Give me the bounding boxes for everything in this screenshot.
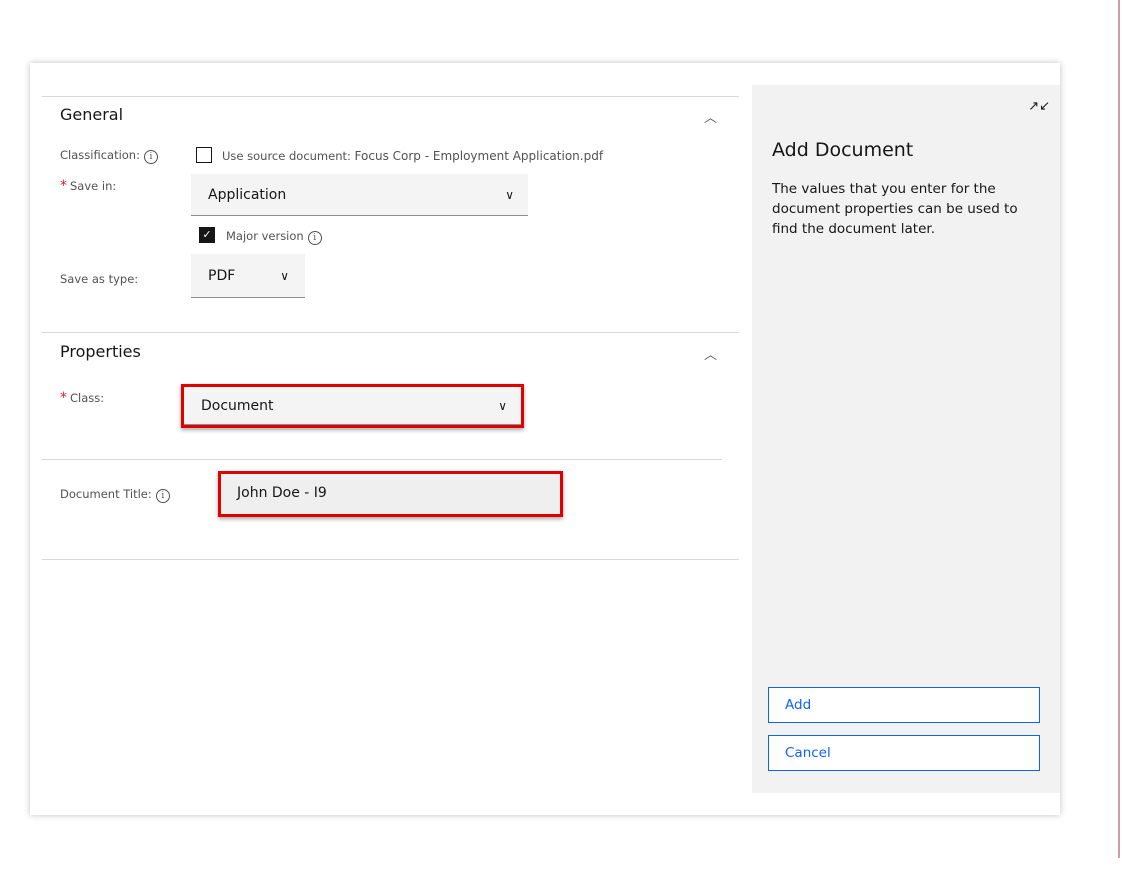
- document-title-value: John Doe - I9: [237, 485, 327, 501]
- document-title-info-icon[interactable]: i: [155, 489, 170, 503]
- panel-description: The values that you enter for the docume…: [772, 181, 1018, 237]
- source-document-filename: Focus Corp - Employment Application.pdf: [354, 149, 604, 163]
- class-select[interactable]: Document ∨: [184, 387, 521, 425]
- required-asterisk: *: [60, 178, 67, 194]
- general-top-divider: [42, 96, 739, 97]
- save-in-select[interactable]: Application ∨: [191, 174, 528, 216]
- save-in-label: * Save in:: [60, 178, 117, 194]
- add-button[interactable]: Add: [768, 687, 1040, 723]
- collapse-icon[interactable]: ↗↙: [1028, 99, 1050, 114]
- general-section-title: General: [60, 105, 124, 124]
- general-collapse-chevron-icon[interactable]: ︿: [704, 107, 717, 126]
- required-asterisk: *: [60, 390, 67, 406]
- dialog-footer-band: [30, 793, 1060, 815]
- class-value: Document: [201, 397, 274, 414]
- properties-inner-divider: [42, 459, 722, 460]
- side-panel: ↗↙ Add Document The values that you ente…: [752, 85, 1060, 793]
- properties-collapse-chevron-icon[interactable]: ︿: [704, 344, 717, 363]
- panel-title: Add Document: [772, 139, 914, 161]
- save-as-type-label: Save as type:: [60, 272, 139, 286]
- form-area: General ︿ Classification: i Use source do…: [30, 63, 750, 793]
- save-as-type-chevron-down-icon: ∨: [280, 268, 289, 283]
- save-as-type-select[interactable]: PDF ∨: [191, 254, 305, 298]
- major-version-label: Major version i: [226, 229, 322, 245]
- save-in-value: Application: [208, 186, 287, 203]
- page-edge-rule: [1118, 0, 1120, 858]
- document-title-input[interactable]: John Doe - I9: [221, 474, 560, 514]
- major-version-info-icon[interactable]: i: [307, 231, 322, 245]
- classification-info-icon[interactable]: i: [143, 150, 158, 164]
- save-in-chevron-down-icon: ∨: [505, 187, 514, 202]
- properties-bottom-divider: [42, 559, 739, 560]
- properties-top-divider: [42, 332, 739, 333]
- class-chevron-down-icon: ∨: [498, 398, 507, 413]
- use-source-document-checkbox[interactable]: [196, 147, 212, 163]
- cancel-button[interactable]: Cancel: [768, 735, 1040, 771]
- major-version-checkbox[interactable]: ✓: [199, 227, 215, 243]
- class-label: * Class:: [60, 390, 105, 406]
- add-document-dialog: General ︿ Classification: i Use source do…: [30, 63, 1060, 815]
- document-title-label: Document Title: i: [60, 487, 170, 503]
- properties-section-title: Properties: [60, 342, 141, 361]
- classification-label: Classification: i: [60, 148, 158, 164]
- save-as-type-value: PDF: [208, 267, 236, 284]
- use-source-document-label: Use source document: Focus Corp - Employ…: [222, 149, 604, 163]
